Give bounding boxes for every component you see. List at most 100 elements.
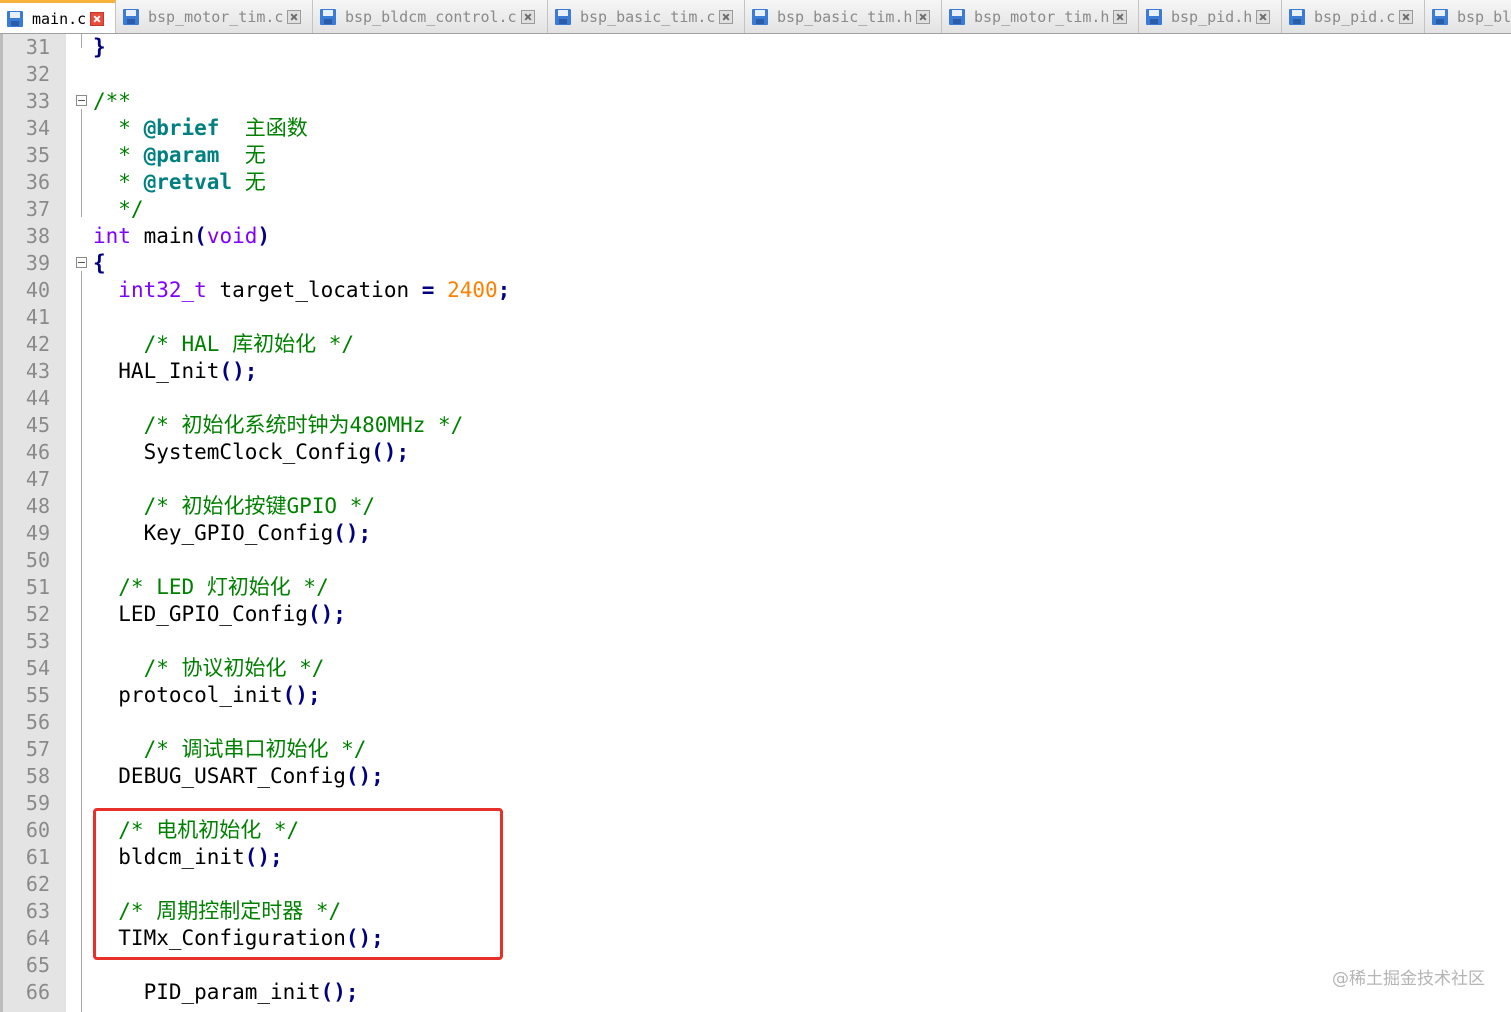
code-line[interactable]: 33 /**: [0, 88, 1511, 115]
line-number: 53: [25, 629, 50, 653]
code-line[interactable]: 43 HAL_Init();: [0, 358, 1511, 385]
code-line[interactable]: 48 /* 初始化按键GPIO */: [0, 493, 1511, 520]
code-text: /* 初始化系统时钟为480MHz */: [93, 412, 464, 439]
line-number: 43: [25, 359, 50, 383]
code-token: main: [130, 224, 195, 248]
floppy-save-icon: [1289, 9, 1305, 25]
code-token: /* 初始化按键GPIO */: [93, 494, 376, 518]
code-token: /* HAL 库初始化 */: [93, 332, 355, 356]
line-number: 58: [25, 764, 50, 788]
line-number: 66: [25, 980, 50, 1004]
code-line[interactable]: 58 DEBUG_USART_Config();: [0, 763, 1511, 790]
code-token: 2400: [447, 278, 498, 302]
code-line[interactable]: 46 SystemClock_Config();: [0, 439, 1511, 466]
code-token: HAL_Init: [93, 359, 220, 383]
code-line[interactable]: 39 {: [0, 250, 1511, 277]
code-token: *: [93, 143, 144, 167]
code-token: int: [93, 224, 131, 248]
code-line[interactable]: 32: [0, 61, 1511, 88]
line-number: 48: [25, 494, 50, 518]
tab-file[interactable]: bsp_bldcm_control.c: [313, 0, 548, 33]
line-number: 49: [25, 521, 50, 545]
code-line[interactable]: 41: [0, 304, 1511, 331]
close-tab-icon[interactable]: [90, 11, 105, 26]
code-line[interactable]: 49 Key_GPIO_Config();: [0, 520, 1511, 547]
code-token: ();: [371, 440, 410, 464]
code-line[interactable]: 56: [0, 709, 1511, 736]
code-line[interactable]: 45 /* 初始化系统时钟为480MHz */: [0, 412, 1511, 439]
code-line[interactable]: 47: [0, 466, 1511, 493]
tab-file[interactable]: bsp_pid.h: [1139, 0, 1282, 33]
code-text: * @brief 主函数: [93, 115, 307, 142]
code-token: ();: [219, 359, 258, 383]
code-token: ();: [320, 980, 359, 1004]
fold-guide-line: [81, 109, 82, 217]
code-line[interactable]: 35 * @param 无: [0, 142, 1511, 169]
code-line[interactable]: 37 */: [0, 196, 1511, 223]
code-token: protocol_init: [93, 683, 283, 707]
code-token: ): [257, 224, 271, 248]
floppy-save-icon: [555, 9, 571, 25]
close-tab-icon[interactable]: [1399, 10, 1414, 24]
code-text: int32_t target_location = 2400;: [93, 277, 510, 304]
floppy-save-icon: [949, 9, 965, 25]
code-token: ();: [282, 683, 321, 707]
close-tab-icon[interactable]: [1113, 10, 1128, 24]
code-text: /* HAL 库初始化 */: [93, 331, 354, 358]
line-number: 44: [25, 386, 50, 410]
code-token: Key_GPIO_Config: [93, 521, 334, 545]
code-line[interactable]: 52 LED_GPIO_Config();: [0, 601, 1511, 628]
code-token: ();: [345, 764, 384, 788]
code-token: ();: [333, 521, 372, 545]
close-tab-icon[interactable]: [287, 10, 302, 24]
close-tab-icon[interactable]: [1256, 10, 1271, 24]
code-line[interactable]: 40 int32_t target_location = 2400;: [0, 277, 1511, 304]
code-line[interactable]: 53: [0, 628, 1511, 655]
tab-file[interactable]: bsp_basic_tim.c: [548, 0, 745, 33]
code-line[interactable]: 36 * @retval 无: [0, 169, 1511, 196]
line-number: 64: [25, 926, 50, 950]
tab-file[interactable]: main.c: [0, 0, 116, 33]
watermark-text: @稀土掘金技术社区: [1332, 969, 1485, 989]
code-token: @brief: [143, 116, 220, 140]
code-line[interactable]: 51 /* LED 灯初始化 */: [0, 574, 1511, 601]
code-line[interactable]: 38 int main(void): [0, 223, 1511, 250]
fold-toggle-icon[interactable]: [76, 95, 87, 106]
tab-file[interactable]: bsp_motor_tim.h: [942, 0, 1139, 33]
tab-label: bsp_pid.c: [1314, 8, 1396, 26]
code-token: LED_GPIO_Config: [93, 602, 308, 626]
code-line[interactable]: 55 protocol_init();: [0, 682, 1511, 709]
code-text: protocol_init();: [93, 682, 321, 709]
line-number: 56: [25, 710, 50, 734]
tab-file[interactable]: bsp_motor_tim.c: [116, 0, 313, 33]
code-token: int32_t: [118, 278, 207, 302]
code-text: HAL_Init();: [93, 358, 257, 385]
tab-file[interactable]: bsp_bl: [1425, 0, 1511, 33]
close-tab-icon[interactable]: [916, 10, 931, 24]
code-line[interactable]: 50: [0, 547, 1511, 574]
code-text: }: [93, 34, 106, 61]
tab-file[interactable]: bsp_pid.c: [1282, 0, 1425, 33]
code-token: (: [194, 224, 207, 248]
line-number: 32: [25, 62, 50, 86]
tab-label: bsp_basic_tim.c: [580, 8, 716, 26]
close-tab-icon[interactable]: [719, 10, 734, 24]
code-line[interactable]: 31}: [0, 34, 1511, 61]
tab-file[interactable]: bsp_basic_tim.h: [745, 0, 942, 33]
line-number: 51: [25, 575, 50, 599]
line-number: 39: [25, 251, 50, 275]
code-token: /**: [93, 89, 131, 113]
close-tab-icon[interactable]: [520, 10, 535, 24]
code-line[interactable]: 57 /* 调试串口初始化 */: [0, 736, 1511, 763]
floppy-save-icon: [1146, 9, 1162, 25]
code-line[interactable]: 66 PID_param_init();: [0, 979, 1511, 1006]
fold-toggle-icon[interactable]: [76, 257, 87, 268]
code-token: /* 初始化系统时钟为480MHz */: [93, 413, 464, 437]
line-number: 42: [25, 332, 50, 356]
code-line[interactable]: 44: [0, 385, 1511, 412]
code-text: /**: [93, 88, 131, 115]
code-line[interactable]: 54 /* 协议初始化 */: [0, 655, 1511, 682]
code-line[interactable]: 42 /* HAL 库初始化 */: [0, 331, 1511, 358]
code-line[interactable]: 34 * @brief 主函数: [0, 115, 1511, 142]
